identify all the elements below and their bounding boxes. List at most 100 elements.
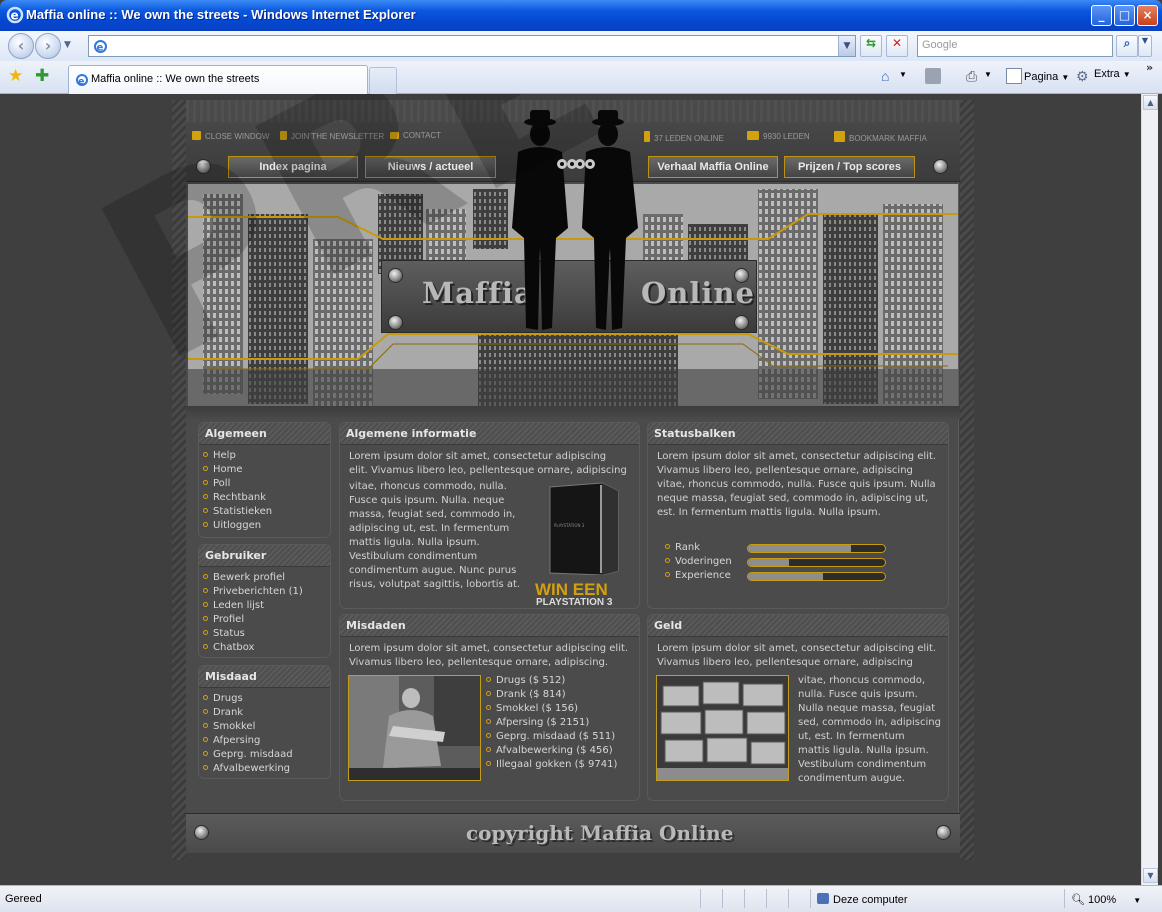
crime-item-geprg-misdaad[interactable]: Geprg. misdaad ($ 511) <box>486 730 617 744</box>
maximize-button[interactable]: □ <box>1114 5 1135 26</box>
nav-news[interactable]: Nieuws / actueel <box>365 156 496 178</box>
money-stacks-image <box>657 676 788 780</box>
bullet-icon <box>203 494 208 499</box>
address-dropdown-icon[interactable]: ▼ <box>838 36 855 56</box>
sidebar-item-chatbox[interactable]: Chatbox <box>203 641 330 655</box>
member-count: 9930 LEDEN <box>747 131 810 141</box>
panel-title: Misdaad <box>199 666 330 688</box>
close-window-link[interactable]: CLOSE WINDOW <box>192 131 269 141</box>
nav-prizes[interactable]: Prijzen / Top scores <box>784 156 915 178</box>
crime-item-illegaal-gokken[interactable]: Illegaal gokken ($ 9741) <box>486 758 617 772</box>
bullet-icon <box>486 677 491 682</box>
minimize-button[interactable]: _ <box>1091 5 1112 26</box>
panel-title: Geld <box>648 615 948 637</box>
sidebar-panel-gebruiker: Gebruiker Bewerk profiel Priveberichten … <box>198 544 331 658</box>
bar-label-rank: Rank <box>665 542 755 556</box>
favorites-star-icon[interactable]: ★ <box>8 66 23 86</box>
add-favorite-icon[interactable]: ✚ <box>35 66 49 86</box>
scroll-up-icon[interactable]: ▲ <box>1143 95 1158 110</box>
status-text: Lorem ipsum dolor sit amet, consectetur … <box>657 451 937 518</box>
sidebar-item-bewerk-profiel[interactable]: Bewerk profiel <box>203 571 330 585</box>
sidebar-item-profiel[interactable]: Profiel <box>203 613 330 627</box>
bar-label-voderingen: Voderingen <box>665 556 755 570</box>
sidebar-item-statistieken[interactable]: Statistieken <box>203 505 330 519</box>
contact-link[interactable]: CONTACT <box>390 131 441 140</box>
bullet-icon <box>203 723 208 728</box>
back-button[interactable]: ‹ <box>8 33 34 59</box>
disk-icon <box>834 131 845 142</box>
sidebar-item-help[interactable]: Help <box>203 449 330 463</box>
playstation-console-image[interactable]: PLAYSTATION 3 <box>542 481 620 575</box>
stop-button[interactable]: ✕ <box>886 35 908 57</box>
bullet-icon <box>665 558 670 563</box>
bullet-icon <box>203 765 208 770</box>
search-icon[interactable]: ⌕ <box>1116 35 1138 57</box>
tools-menu-label: Extra <box>1094 68 1120 80</box>
page-menu[interactable]: Pagina ▼ <box>1006 68 1069 84</box>
vertical-scrollbar[interactable]: ▲ ▼ <box>1141 94 1158 885</box>
sidebar-item-afvalbewerking[interactable]: Afvalbewerking <box>203 762 330 776</box>
bullet-icon <box>203 452 208 457</box>
nav-story[interactable]: Verhaal Maffia Online <box>648 156 778 178</box>
crime-item-drugs[interactable]: Drugs ($ 512) <box>486 674 617 688</box>
sidebar-item-smokkel[interactable]: Smokkel <box>203 720 330 734</box>
home-button[interactable]: ⌂ ▼ <box>881 68 907 84</box>
feeds-button[interactable] <box>925 68 943 84</box>
chevron-more-icon[interactable]: » <box>1146 61 1153 74</box>
bullet-icon <box>203 574 208 579</box>
navigation-bar: ‹ › ▼ e ▼ ⇆ ✕ Google ⌕ ▼ <box>0 31 1162 61</box>
zoom-level[interactable]: 🔍︎ 100% ▼ <box>1071 893 1141 906</box>
crime-item-drank[interactable]: Drank ($ 814) <box>486 688 617 702</box>
status-panel: Statusbalken Lorem ipsum dolor sit amet,… <box>647 422 949 609</box>
sidebar-item-leden-lijst[interactable]: Leden lijst <box>203 599 330 613</box>
bullet-icon <box>486 733 491 738</box>
panel-title: Algemene informatie <box>340 423 639 445</box>
site-left-hatch <box>172 100 186 860</box>
copyright-text: copyright Maffia Online <box>466 821 734 845</box>
logo-text-right: Online <box>641 276 755 310</box>
bookmark-link[interactable]: BOOKMARK MAFFIA <box>834 131 927 143</box>
bullet-icon <box>203 522 208 527</box>
misdaden-panel: Misdaden Lorem ipsum dolor sit amet, con… <box>339 614 640 801</box>
newsletter-link[interactable]: JOIN THE NEWSLETTER <box>280 131 384 141</box>
title-bar: e Maffia online :: We own the streets - … <box>0 0 1162 31</box>
search-input[interactable]: Google <box>917 35 1113 57</box>
new-tab-button[interactable] <box>369 67 397 94</box>
tools-menu[interactable]: ⚙ Extra ▼ <box>1076 68 1131 84</box>
promo-playstation[interactable]: PLAYSTATION 3 <box>536 597 613 608</box>
refresh-button[interactable]: ⇆ <box>860 35 882 57</box>
sidebar-item-priveberichten[interactable]: Priveberichten (1) <box>203 585 330 599</box>
address-bar[interactable]: e ▼ <box>88 35 856 57</box>
print-button[interactable]: ⎙ ▼ <box>966 68 992 84</box>
sidebar-item-afpersing[interactable]: Afpersing <box>203 734 330 748</box>
money-photo-frame <box>656 675 789 781</box>
newsletter-icon <box>280 131 287 140</box>
sidebar-item-status[interactable]: Status <box>203 627 330 641</box>
rss-icon <box>925 68 941 84</box>
scroll-down-icon[interactable]: ▼ <box>1143 868 1158 883</box>
crime-item-smokkel[interactable]: Smokkel ($ 156) <box>486 702 617 716</box>
sidebar-item-geprg-misdaad[interactable]: Geprg. misdaad <box>203 748 330 762</box>
security-zone: Deze computer <box>817 893 908 906</box>
sidebar-item-drank[interactable]: Drank <box>203 706 330 720</box>
sidebar-item-rechtbank[interactable]: Rechtbank <box>203 491 330 505</box>
sidebar-item-poll[interactable]: Poll <box>203 477 330 491</box>
sidebar-item-home[interactable]: Home <box>203 463 330 477</box>
sidebar-item-drugs[interactable]: Drugs <box>203 692 330 706</box>
tab-active[interactable]: e Maffia online :: We own the streets <box>68 65 368 94</box>
sidebar-item-uitloggen[interactable]: Uitloggen <box>203 519 330 533</box>
ie-logo-icon: e <box>6 6 24 24</box>
bullet-icon <box>203 588 208 593</box>
crime-item-afpersing[interactable]: Afpersing ($ 2151) <box>486 716 617 730</box>
close-button[interactable]: × <box>1137 5 1158 26</box>
print-icon: ⎙ <box>966 68 978 84</box>
bolt-icon <box>388 315 403 330</box>
zoom-icon: 🔍︎ <box>1071 894 1085 906</box>
crime-item-afvalbewerking[interactable]: Afvalbewerking ($ 456) <box>486 744 617 758</box>
history-dropdown-icon[interactable]: ▼ <box>64 40 71 50</box>
experience-bar-fill <box>748 573 824 580</box>
search-options-icon[interactable]: ▼ <box>1138 35 1152 57</box>
nav-index[interactable]: Index pagina <box>228 156 358 178</box>
forward-button[interactable]: › <box>35 33 61 59</box>
page-menu-icon <box>1006 68 1022 84</box>
